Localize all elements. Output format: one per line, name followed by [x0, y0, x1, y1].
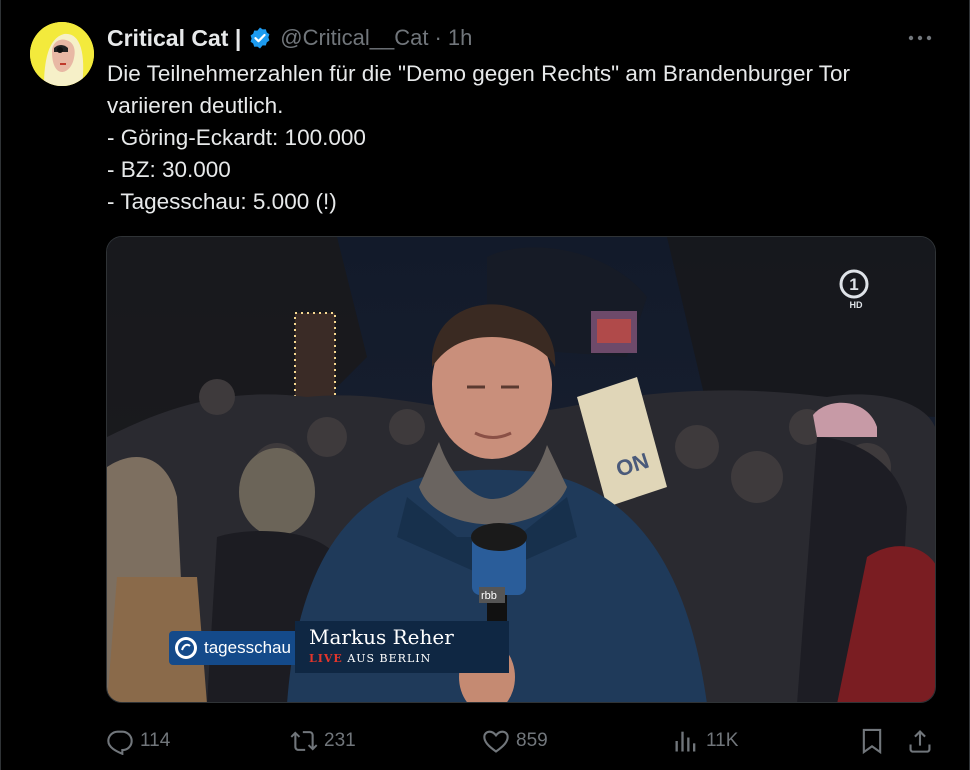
avatar-image — [30, 22, 94, 86]
tweet-text-line: - Tagesschau: 5.000 (!) — [107, 189, 337, 214]
tagesschau-badge: tagesschau — [169, 631, 295, 665]
repost-button[interactable]: 231 — [290, 724, 356, 758]
reply-count: 114 — [140, 730, 171, 751]
tweet-text-line: - BZ: 30.000 — [107, 157, 231, 182]
more-icon[interactable] — [906, 30, 934, 46]
reporter-name: Markus Reher — [309, 625, 454, 649]
share-icon — [909, 730, 931, 753]
tagesschau-logo-icon — [175, 637, 197, 659]
author-name[interactable]: Critical Cat | — [107, 25, 241, 52]
header-separator: · — [434, 25, 442, 50]
views-count: 11K — [706, 730, 739, 751]
like-count: 859 — [516, 730, 548, 751]
tweet-media-image[interactable]: ON rbb 1 HD tagesschau Markus Reher LIVE… — [106, 236, 936, 703]
tweet-header: Critical Cat | @Critical__Cat · 1h — [107, 23, 472, 53]
tweet-timestamp[interactable]: 1h — [448, 25, 472, 51]
reporter-name-box: Markus Reher LIVE AUS BERLIN — [295, 621, 509, 673]
tweet-text-line: variieren deutlich. — [107, 93, 284, 118]
hd-label: HD — [849, 300, 863, 310]
views-icon — [675, 731, 696, 752]
tweet-text-line: Die Teilnehmerzahlen für die "Demo gegen… — [107, 61, 851, 86]
verified-badge-icon — [250, 27, 270, 49]
views-button[interactable]: 11K — [672, 724, 738, 758]
reply-button[interactable]: 114 — [106, 724, 170, 758]
repost-icon — [290, 731, 318, 751]
share-button[interactable] — [906, 724, 940, 758]
tagesschau-label: tagesschau — [204, 638, 291, 657]
news-lower-third: tagesschau Markus Reher LIVE AUS BERLIN — [169, 621, 509, 673]
ard-logo-text: 1 — [849, 275, 858, 294]
like-button[interactable]: 859 — [482, 724, 548, 758]
tweet-text: Die Teilnehmerzahlen für die "Demo gegen… — [107, 58, 937, 218]
timeline-left-border — [0, 0, 1, 770]
live-location-line: LIVE AUS BERLIN — [309, 652, 509, 665]
bookmark-icon — [862, 728, 882, 755]
channel-logo: 1 HD — [839, 269, 873, 310]
reply-icon — [107, 730, 133, 755]
location-label: AUS BERLIN — [347, 652, 432, 665]
author-avatar[interactable] — [30, 22, 94, 86]
author-handle[interactable]: @Critical__Cat — [280, 25, 428, 51]
live-label: LIVE — [309, 652, 343, 665]
repost-count: 231 — [324, 730, 356, 751]
tweet-text-line: - Göring-Eckardt: 100.000 — [107, 125, 366, 150]
like-icon — [483, 730, 509, 753]
ard-logo-icon: 1 — [839, 269, 869, 299]
mic-label: rbb — [481, 590, 497, 602]
tweet-action-bar: 114 231 859 11K — [106, 724, 936, 758]
bookmark-button[interactable] — [858, 724, 892, 758]
